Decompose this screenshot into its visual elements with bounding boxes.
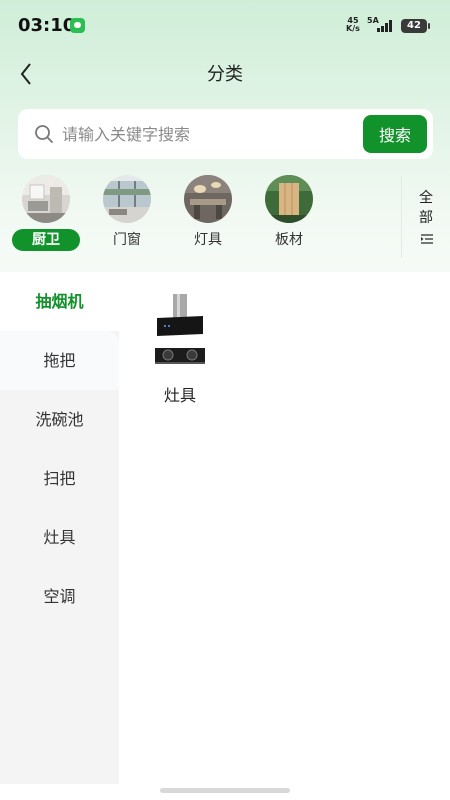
all-categories-button[interactable]: 全部 <box>401 176 441 258</box>
category-image-kitchen-bath <box>22 175 70 223</box>
search-input[interactable] <box>62 121 362 147</box>
category-image-doors-windows <box>103 175 151 223</box>
sidebar-item-sink[interactable]: 洗碗池 <box>0 390 119 449</box>
message-notification-icon <box>70 18 85 33</box>
signal-strength-icon <box>377 18 395 32</box>
battery-icon: 42 <box>401 19 430 33</box>
sidebar-item-broom[interactable]: 扫把 <box>0 449 119 508</box>
category-image-boards <box>265 175 313 223</box>
home-indicator[interactable] <box>160 788 290 793</box>
status-bar: 03:10 45 K/s 5A 42 <box>0 0 450 52</box>
status-time: 03:10 <box>18 15 76 36</box>
product-item[interactable]: 灶具 <box>141 290 219 410</box>
category-item-kitchen-bath[interactable]: 厨卫 <box>11 172 81 256</box>
category-item-lighting[interactable]: 灯具 <box>173 172 243 256</box>
search-button[interactable]: 搜索 <box>363 115 427 153</box>
search-icon <box>35 125 53 143</box>
sidebar-item-range-hood[interactable]: 抽烟机 <box>0 272 119 331</box>
category-item-doors-windows[interactable]: 门窗 <box>92 172 162 256</box>
search-bar: 搜索 <box>18 109 433 159</box>
list-menu-icon <box>421 234 433 244</box>
product-image-stove <box>155 294 205 364</box>
sidebar-item-mop[interactable]: 拖把 <box>0 331 119 390</box>
network-speed: 45 K/s <box>346 17 360 33</box>
category-label: 板材 <box>275 232 303 248</box>
category-label: 灯具 <box>194 232 222 248</box>
nav-bar: 分类 <box>0 52 450 92</box>
category-sidebar: 抽烟机 拖把 洗碗池 扫把 灶具 空调 <box>0 272 119 784</box>
category-label: 门窗 <box>113 232 141 248</box>
sidebar-item-air-conditioner[interactable]: 空调 <box>0 567 119 626</box>
all-categories-label: 全部 <box>419 190 433 226</box>
network-speed-unit: K/s <box>346 24 360 33</box>
sidebar-item-stove[interactable]: 灶具 <box>0 508 119 567</box>
category-label: 厨卫 <box>12 229 80 251</box>
category-carousel: 厨卫 门窗 灯具 板材 <box>0 172 450 262</box>
category-item-boards[interactable]: 板材 <box>254 172 324 256</box>
product-label: 灶具 <box>163 386 196 405</box>
category-image-lighting <box>184 175 232 223</box>
page-title: 分类 <box>207 64 243 85</box>
product-grid: 灶具 <box>119 272 450 784</box>
